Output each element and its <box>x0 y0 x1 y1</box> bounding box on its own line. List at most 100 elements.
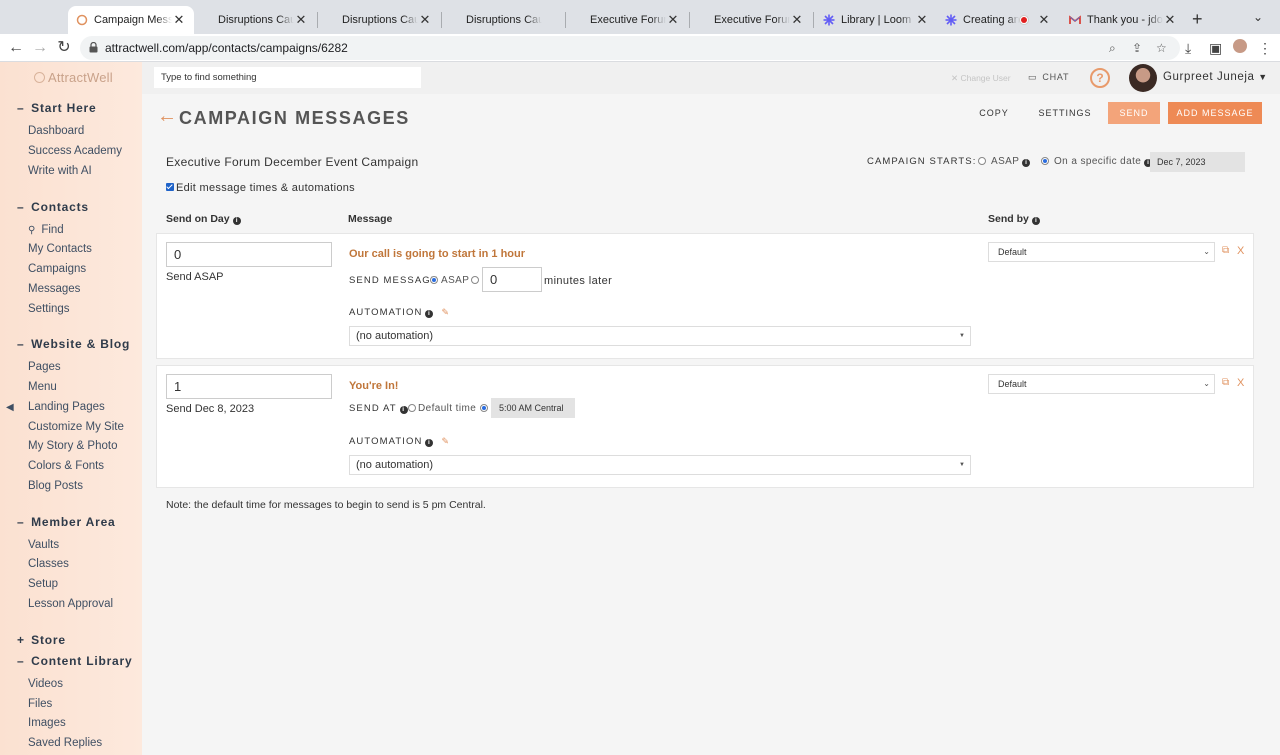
user-menu[interactable]: Gurpreet Juneja ▼ <box>1163 71 1268 83</box>
browser-menu-icon[interactable]: ⋮ <box>1258 40 1272 57</box>
delete-x-icon[interactable]: X <box>1237 245 1244 257</box>
back-icon[interactable]: ← <box>5 37 27 59</box>
sidebar-item-campaigns[interactable]: Campaigns <box>28 263 86 275</box>
profile-avatar-icon[interactable] <box>1233 39 1247 53</box>
sidebar-toggle-icon[interactable]: ▣ <box>1209 40 1222 57</box>
sidebar-item-my-story-photo[interactable]: My Story & Photo <box>28 440 117 452</box>
sidebar-item-setup[interactable]: Setup <box>28 578 58 590</box>
send-asap-radio[interactable] <box>430 276 438 284</box>
sidebar-section-contacts[interactable]: – Contacts <box>17 200 89 214</box>
bookmark-star-icon[interactable]: ☆ <box>1156 41 1167 55</box>
close-icon[interactable]: ✕ <box>294 12 308 28</box>
close-icon[interactable]: ✕ <box>1037 12 1051 28</box>
automation-select[interactable]: (no automation) ▼ <box>349 455 971 475</box>
start-specific-date-radio[interactable] <box>1041 157 1049 165</box>
send-minutes-later-radio[interactable] <box>471 276 479 284</box>
reload-icon[interactable]: ↻ <box>53 37 75 59</box>
tab-executive-forum-1[interactable]: Executive Forum ✕ <box>582 6 688 34</box>
close-icon[interactable]: ✕ <box>790 12 804 28</box>
tab-executive-forum-2[interactable]: Executive Forum ✕ <box>706 6 812 34</box>
info-icon[interactable]: i <box>425 310 434 318</box>
sidebar-item-vaults[interactable]: Vaults <box>28 539 59 551</box>
send-on-day-input[interactable] <box>166 242 332 267</box>
avatar[interactable] <box>1129 64 1157 92</box>
info-icon[interactable]: i <box>425 439 434 447</box>
send-button[interactable]: SEND <box>1108 102 1160 124</box>
close-icon[interactable]: ✕ <box>1163 12 1177 28</box>
automation-select[interactable]: (no automation) ▼ <box>349 326 971 346</box>
sidebar-section-store[interactable]: + Store <box>17 633 66 647</box>
tab-gmail-thank-you[interactable]: Thank you - jdow ✕ <box>1061 6 1185 34</box>
sidebar-item-customize-my-site[interactable]: Customize My Site <box>28 421 124 433</box>
new-tab-plus-icon[interactable]: + <box>1192 9 1203 30</box>
custom-time-radio[interactable] <box>480 404 488 412</box>
sidebar-item-saved-replies[interactable]: Saved Replies <box>28 737 102 749</box>
sidebar-item-landing-pages[interactable]: Landing Pages <box>28 401 105 413</box>
forward-icon[interactable]: → <box>29 37 51 59</box>
delete-x-icon[interactable]: X <box>1237 377 1244 389</box>
sidebar-item-settings[interactable]: Settings <box>28 303 70 315</box>
tab-search-chevron-icon[interactable]: ⌄ <box>1253 10 1263 24</box>
sidebar-section-content-library[interactable]: – Content Library <box>17 654 132 668</box>
download-icon[interactable]: ⤓ <box>1185 40 1191 57</box>
tab-creating-an[interactable]: Creating an E ✕ <box>937 6 1059 34</box>
sidebar-section-website-blog[interactable]: – Website & Blog <box>17 337 130 351</box>
message-title-link[interactable]: You're In! <box>349 380 398 392</box>
sidebar-item-my-contacts[interactable]: My Contacts <box>28 243 92 255</box>
sidebar-item-images[interactable]: Images <box>28 717 66 729</box>
tab-campaign-messages[interactable]: Campaign Messa ✕ <box>68 6 194 34</box>
info-icon[interactable]: i <box>1022 159 1031 167</box>
message-title-link[interactable]: Our call is going to start in 1 hour <box>349 248 525 260</box>
send-by-select[interactable]: Default ⌄ <box>988 374 1215 394</box>
tab-loom-library[interactable]: Library | Loom ✕ <box>815 6 937 34</box>
send-by-select[interactable]: Default ⌄ <box>988 242 1215 262</box>
tab-disruptions-2[interactable]: Disruptions Caus ✕ <box>334 6 440 34</box>
sidebar-item-files[interactable]: Files <box>28 698 52 710</box>
default-time-radio[interactable] <box>408 404 416 412</box>
sidebar-item-blog-posts[interactable]: Blog Posts <box>28 480 83 492</box>
change-user-link[interactable]: ✕ Change User <box>951 73 1011 84</box>
sidebar-item-colors-fonts[interactable]: Colors & Fonts <box>28 460 104 472</box>
sidebar-section-start-here[interactable]: – Start Here <box>17 101 97 115</box>
sidebar-item-success-academy[interactable]: Success Academy <box>28 145 122 157</box>
campaign-name[interactable]: Executive Forum December Event Campaign <box>166 155 418 169</box>
sidebar-section-member-area[interactable]: – Member Area <box>17 515 116 529</box>
start-date-field[interactable] <box>1150 152 1245 172</box>
sidebar-item-lesson-approval[interactable]: Lesson Approval <box>28 598 113 610</box>
help-icon[interactable]: ? <box>1090 68 1110 88</box>
close-icon[interactable]: ✕ <box>172 12 186 28</box>
sidebar-item-videos[interactable]: Videos <box>28 678 63 690</box>
copy-button[interactable]: COPY <box>974 102 1014 124</box>
tab-disruptions-1[interactable]: Disruptions Caus ✕ <box>210 6 316 34</box>
start-asap-radio[interactable] <box>978 157 986 165</box>
chat-button[interactable]: ▭ CHAT <box>1028 72 1069 83</box>
sidebar-item-pages[interactable]: Pages <box>28 361 61 373</box>
info-icon[interactable]: i <box>399 406 408 414</box>
sidebar-item-write-with-ai[interactable]: Write with AI <box>28 165 92 177</box>
duplicate-icon[interactable]: ⧉ <box>1222 377 1229 388</box>
duplicate-icon[interactable]: ⧉ <box>1222 245 1229 256</box>
zoom-icon[interactable]: ⌕ <box>1109 41 1116 56</box>
address-bar[interactable]: attractwell.com/app/contacts/campaigns/6… <box>80 36 1180 60</box>
collapse-sidebar-arrow-icon[interactable]: ◀ <box>6 402 14 413</box>
close-icon[interactable]: ✕ <box>418 12 432 28</box>
info-icon[interactable]: i <box>1031 217 1040 225</box>
share-icon[interactable]: ⇪ <box>1132 41 1142 55</box>
edit-pencil-icon[interactable]: ✎ <box>441 307 450 318</box>
minutes-later-input[interactable] <box>482 267 542 292</box>
back-arrow-icon[interactable]: ← <box>157 106 177 126</box>
sidebar-item-classes[interactable]: Classes <box>28 558 69 570</box>
edit-times-checkbox-row[interactable]: Edit message times & automations <box>166 182 355 194</box>
send-on-day-input[interactable] <box>166 374 332 399</box>
sidebar-item-menu[interactable]: Menu <box>28 381 57 393</box>
sidebar-item-find[interactable]: ⚲ Find <box>28 224 64 236</box>
info-icon[interactable]: i <box>232 217 241 225</box>
send-time-field[interactable]: 5:00 AM Central <box>491 398 575 418</box>
close-icon[interactable]: ✕ <box>666 12 680 28</box>
sidebar-item-messages[interactable]: Messages <box>28 283 80 295</box>
edit-pencil-icon[interactable]: ✎ <box>441 436 450 447</box>
edit-times-checkbox[interactable] <box>166 183 174 191</box>
tab-disruptions-3[interactable]: Disruptions Caus ✕ <box>458 6 564 34</box>
logo[interactable]: AttractWell <box>34 70 113 85</box>
sidebar-item-dashboard[interactable]: Dashboard <box>28 125 84 137</box>
